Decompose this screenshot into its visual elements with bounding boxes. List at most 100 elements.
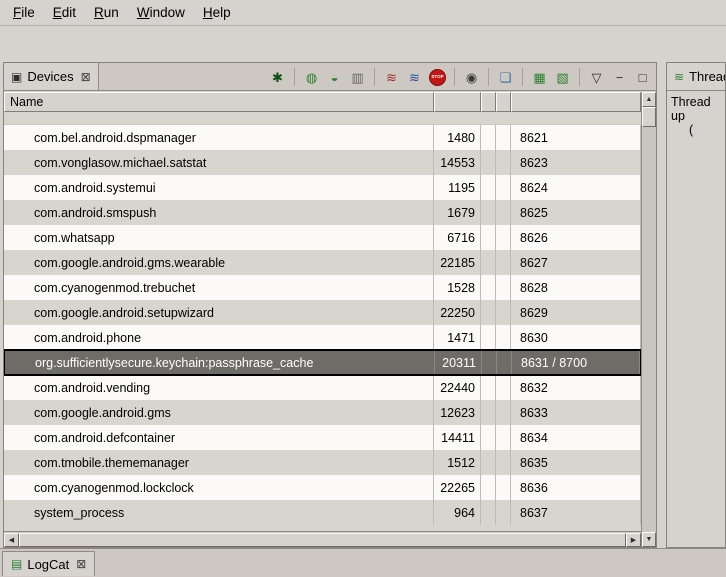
tab-devices[interactable]: ▣ Devices ⊠: [4, 63, 99, 90]
threads-icon: ≋: [674, 71, 684, 83]
process-name: com.google.android.gms.wearable: [4, 250, 434, 275]
minimize-icon[interactable]: −: [609, 67, 630, 88]
process-row[interactable]: com.tmobile.thememanager15128635: [4, 450, 641, 475]
column-header-status1[interactable]: [481, 92, 496, 112]
menu-help[interactable]: Help: [194, 1, 240, 24]
process-pid: 20311: [435, 351, 482, 374]
menu-file[interactable]: File: [4, 1, 44, 24]
process-status-cell: [481, 250, 496, 275]
toolbar-separator: [294, 68, 295, 86]
process-status-cell: [496, 475, 511, 500]
menu-edit[interactable]: Edit: [44, 1, 85, 24]
process-row[interactable]: com.whatsapp67168626: [4, 225, 641, 250]
start-method-profiling-icon[interactable]: ≋: [404, 67, 425, 88]
stop-process-icon[interactable]: STOP: [429, 69, 446, 86]
process-name: com.cyanogenmod.lockclock: [4, 475, 434, 500]
debug-process-icon[interactable]: ✱: [267, 67, 288, 88]
close-icon[interactable]: ⊠: [76, 557, 86, 571]
process-status-cell: [481, 300, 496, 325]
process-status-cell: [481, 400, 496, 425]
close-icon[interactable]: ⊠: [81, 70, 91, 84]
process-status-cell: [481, 275, 496, 300]
toolbar-separator: [374, 68, 375, 86]
process-name: com.cyanogenmod.trebuchet: [4, 275, 434, 300]
menu-window[interactable]: Window: [128, 1, 194, 24]
process-row[interactable]: com.vonglasow.michael.satstat145538623: [4, 150, 641, 175]
threads-tabbar: ≋ Threads: [667, 63, 725, 91]
process-port: 8626: [511, 225, 641, 250]
scroll-right-icon[interactable]: ▶: [626, 533, 641, 547]
capture-system-data-icon[interactable]: ▦: [529, 67, 550, 88]
logcat-tabbar: ▤ LogCat ⊠: [0, 548, 726, 577]
maximize-icon[interactable]: □: [632, 67, 653, 88]
process-row[interactable]: org.sufficientlysecure.keychain:passphra…: [4, 349, 641, 376]
pane-sash[interactable]: [657, 62, 666, 548]
process-status-cell: [481, 225, 496, 250]
process-row[interactable]: com.android.systemui11958624: [4, 175, 641, 200]
method-tracing-icon[interactable]: ▧: [552, 67, 573, 88]
process-status-cell: [496, 200, 511, 225]
process-status-cell: [496, 325, 511, 350]
dump-hprof-icon[interactable]: ◒: [324, 67, 345, 88]
column-header-status2[interactable]: [496, 92, 511, 112]
process-pid: 1528: [434, 275, 481, 300]
horizontal-scrollbar[interactable]: ◀ ▶: [4, 531, 641, 547]
tab-threads[interactable]: ≋ Threads: [667, 63, 726, 90]
menu-run[interactable]: Run: [85, 1, 128, 24]
process-pid: 14411: [434, 425, 481, 450]
process-port: 8627: [511, 250, 641, 275]
threads-view: ≋ Threads Thread up (: [666, 62, 726, 548]
logcat-icon: ▤: [11, 558, 22, 570]
process-row[interactable]: com.cyanogenmod.lockclock222658636: [4, 475, 641, 500]
process-status-cell: [496, 275, 511, 300]
process-name: com.android.defcontainer: [4, 425, 434, 450]
process-port: 8636: [511, 475, 641, 500]
process-status-cell: [496, 450, 511, 475]
vertical-scroll-thumb[interactable]: [642, 107, 656, 127]
horizontal-scroll-thumb[interactable]: [19, 533, 626, 547]
process-port: 8634: [511, 425, 641, 450]
vertical-scrollbar[interactable]: ▲ ▼: [641, 92, 656, 547]
dump-view-hierarchy-icon[interactable]: ❏: [495, 67, 516, 88]
update-heap-icon[interactable]: ◍: [301, 67, 322, 88]
tab-threads-label: Threads: [689, 69, 726, 84]
process-pid: 6716: [434, 225, 481, 250]
process-status-cell: [481, 450, 496, 475]
screen-capture-icon[interactable]: ◉: [461, 67, 482, 88]
process-name: com.android.smspush: [4, 200, 434, 225]
process-pid: 22185: [434, 250, 481, 275]
process-row[interactable]: com.bel.android.dspmanager14808621: [4, 125, 641, 150]
update-threads-icon[interactable]: ≋: [381, 67, 402, 88]
column-header-pid[interactable]: [434, 92, 481, 112]
process-row[interactable]: com.google.android.gms.wearable22185 8627: [4, 250, 641, 275]
toolbar-separator: [454, 68, 455, 86]
process-port: 8630: [511, 325, 641, 350]
scroll-up-icon[interactable]: ▲: [642, 92, 656, 107]
process-row[interactable]: com.google.android.setupwizard222508629: [4, 300, 641, 325]
process-row[interactable]: com.google.android.gms126238633: [4, 400, 641, 425]
process-row[interactable]: com.android.phone14718630: [4, 325, 641, 350]
process-row[interactable]: system_process9648637: [4, 500, 641, 525]
process-port: 8637: [511, 500, 641, 525]
process-pid: 1512: [434, 450, 481, 475]
view-menu-icon[interactable]: ▽: [586, 67, 607, 88]
column-header-name[interactable]: Name: [4, 92, 434, 112]
process-row[interactable]: com.android.vending224408632: [4, 375, 641, 400]
scroll-down-icon[interactable]: ▼: [642, 532, 656, 547]
process-port: 8625: [511, 200, 641, 225]
process-port: 8635: [511, 450, 641, 475]
scroll-left-icon[interactable]: ◀: [4, 533, 19, 547]
process-row[interactable]: com.cyanogenmod.trebuchet15288628: [4, 275, 641, 300]
threads-message-line1: Thread up: [671, 95, 721, 123]
cause-gc-icon[interactable]: ▥: [347, 67, 368, 88]
process-status-cell: [496, 125, 511, 150]
threads-message: Thread up (: [667, 92, 725, 547]
process-status-cell: [496, 400, 511, 425]
process-row[interactable]: com.android.smspush16798625: [4, 200, 641, 225]
column-header-port[interactable]: [511, 92, 641, 112]
process-pid: 1195: [434, 175, 481, 200]
tab-logcat[interactable]: ▤ LogCat ⊠: [2, 551, 95, 576]
process-status-cell: [482, 351, 497, 374]
process-status-cell: [496, 175, 511, 200]
process-row[interactable]: com.android.defcontainer14411 8634: [4, 425, 641, 450]
